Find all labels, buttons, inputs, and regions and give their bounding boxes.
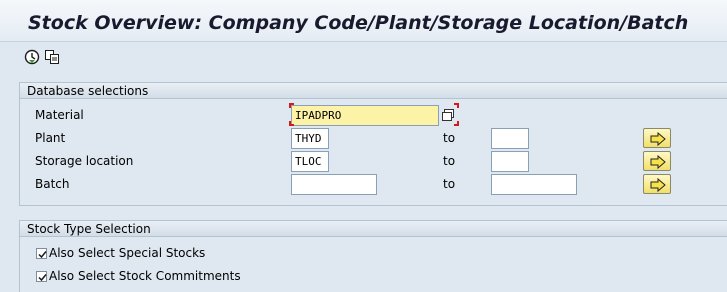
- plant-from-input[interactable]: THYD: [291, 128, 329, 149]
- matchcode-icon[interactable]: [440, 107, 456, 123]
- material-input[interactable]: IPADPRO: [291, 105, 439, 126]
- focus-corner-bl: [289, 121, 294, 126]
- plant-to-input[interactable]: [491, 128, 529, 149]
- storage-location-to-input[interactable]: [491, 151, 529, 172]
- database-selections-header: Database selections: [20, 83, 727, 99]
- storage-location-multiple-selection-button[interactable]: [643, 151, 671, 171]
- arrow-right-icon: [650, 178, 666, 192]
- title-bar: Stock Overview: Company Code/Plant/Stora…: [0, 0, 727, 42]
- stock-commitments-checkbox[interactable]: [36, 271, 47, 282]
- batch-from-input[interactable]: [291, 174, 377, 195]
- checkmark-icon: [38, 274, 47, 282]
- application-toolbar: [0, 43, 727, 69]
- stock-commitments-label: Also Select Stock Commitments: [49, 269, 241, 283]
- focus-corner-tl: [289, 103, 294, 108]
- batch-to-input[interactable]: [491, 174, 577, 195]
- arrow-right-icon: [650, 132, 666, 146]
- page-title: Stock Overview: Company Code/Plant/Stora…: [28, 12, 689, 34]
- batch-label: Batch: [35, 177, 70, 191]
- plant-multiple-selection-button[interactable]: [643, 128, 671, 148]
- batch-multiple-selection-button[interactable]: [643, 174, 671, 194]
- plant-label: Plant: [35, 131, 66, 145]
- arrow-right-icon: [650, 155, 666, 169]
- storage-location-from-input[interactable]: TLOC: [291, 151, 329, 172]
- storage-location-label: Storage location: [35, 154, 134, 168]
- plant-to-label: to: [443, 131, 456, 145]
- material-label: Material: [35, 108, 84, 122]
- special-stocks-label: Also Select Special Stocks: [49, 246, 206, 260]
- copy-selection-icon[interactable]: [44, 49, 60, 65]
- stock-type-selection-header: Stock Type Selection: [20, 221, 727, 237]
- checkmark-icon: [38, 251, 47, 259]
- batch-to-label: to: [443, 177, 456, 191]
- execute-icon[interactable]: [24, 49, 40, 65]
- special-stocks-checkbox[interactable]: [36, 248, 47, 259]
- storage-location-to-label: to: [443, 154, 456, 168]
